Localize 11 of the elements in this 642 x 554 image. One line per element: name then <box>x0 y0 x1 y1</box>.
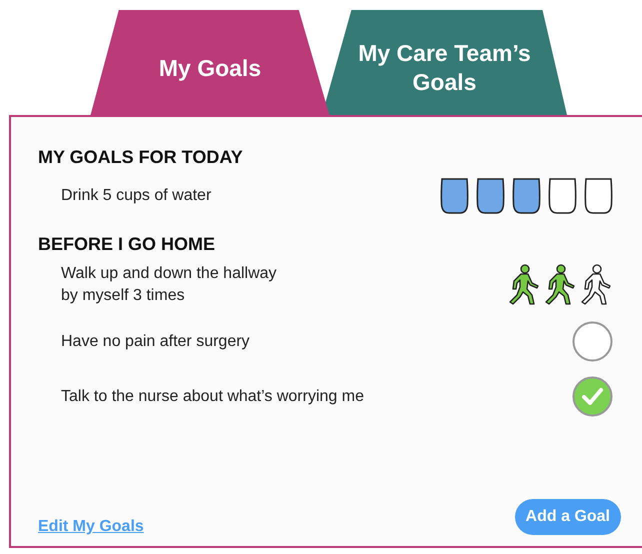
edit-goals-link[interactable]: Edit My Goals <box>38 518 144 536</box>
section-heading: MY GOALS FOR TODAY <box>38 147 244 168</box>
goal-text: Walk up and down the hallway by myself 3 times <box>61 264 277 306</box>
add-goal-button[interactable]: Add a Goal <box>514 499 621 535</box>
tab[interactable]: My Goals <box>90 10 330 117</box>
section-heading: BEFORE I GO HOME <box>38 234 216 255</box>
goal-text: Drink 5 cups of water <box>61 186 212 206</box>
empty-circle-icon[interactable] <box>572 321 613 362</box>
goal-text: Have no pain after surgery <box>61 332 250 352</box>
goal-text: Talk to the nurse about what’s worrying me <box>61 386 364 406</box>
checked-circle-icon[interactable] <box>572 376 613 417</box>
